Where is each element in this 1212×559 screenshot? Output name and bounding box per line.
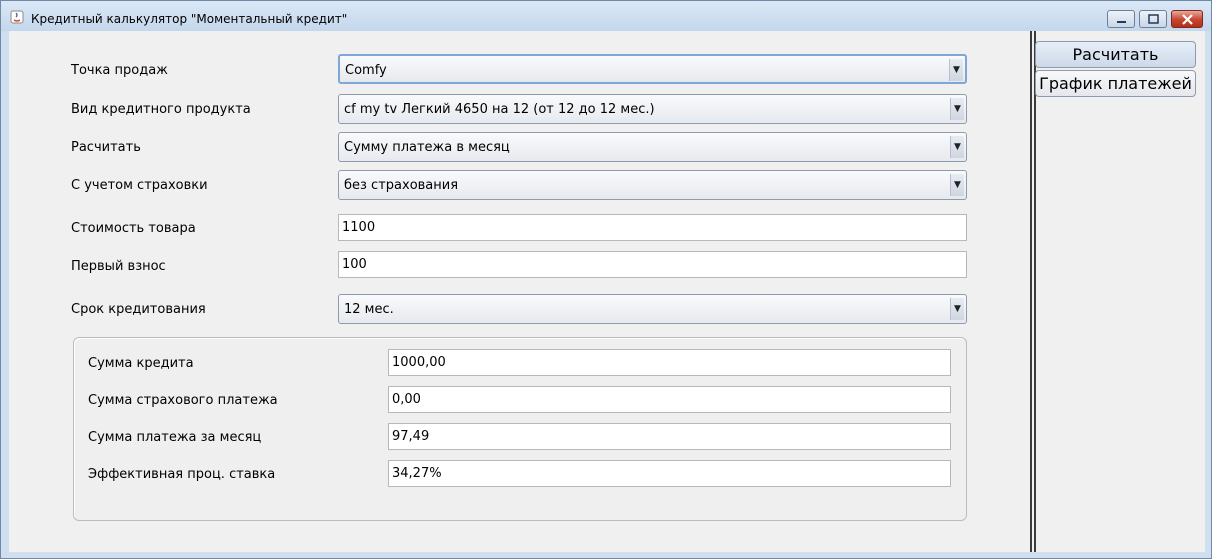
monthly-payment-label: Сумма платежа за месяц xyxy=(88,430,262,445)
client-area: Точка продаж Comfy ▼ Вид кредитного прод… xyxy=(9,31,1205,552)
chevron-down-icon[interactable]: ▼ xyxy=(950,298,964,320)
credit-product-value: cf my tv Легкий 4650 на 12 (от 12 до 12 … xyxy=(344,102,655,117)
chevron-down-icon[interactable]: ▼ xyxy=(949,59,963,81)
chevron-down-icon[interactable]: ▼ xyxy=(950,136,964,158)
calculate-combo[interactable]: Сумму платежа в месяц ▼ xyxy=(338,132,967,162)
insurance-combo[interactable]: без страхования ▼ xyxy=(338,170,967,200)
monthly-payment-field[interactable]: 97,49 xyxy=(388,423,951,450)
down-payment-input[interactable]: 100 xyxy=(338,251,967,278)
app-window: Кредитный калькулятор "Моментальный кред… xyxy=(0,0,1212,559)
close-button[interactable] xyxy=(1171,10,1203,28)
panel-divider xyxy=(1030,31,1032,552)
effective-rate-label: Эффективная проц. ставка xyxy=(88,467,276,482)
term-value: 12 мес. xyxy=(344,302,394,317)
credit-product-combo[interactable]: cf my tv Легкий 4650 на 12 (от 12 до 12 … xyxy=(338,94,967,124)
insurance-payment-label: Сумма страхового платежа xyxy=(88,393,278,408)
chevron-down-icon[interactable]: ▼ xyxy=(950,174,964,196)
goods-price-input[interactable]: 1100 xyxy=(338,214,967,241)
maximize-button[interactable] xyxy=(1139,10,1167,28)
close-icon xyxy=(1182,14,1193,25)
calculate-label: Расчитать xyxy=(71,140,141,155)
down-payment-label: Первый взнос xyxy=(71,259,166,274)
java-app-icon xyxy=(10,10,24,24)
minimize-icon xyxy=(1117,21,1126,23)
panel-divider xyxy=(1034,31,1036,552)
results-panel: Сумма кредита 1000,00 Сумма страхового п… xyxy=(73,337,967,521)
loan-amount-field[interactable]: 1000,00 xyxy=(388,349,951,376)
restore-icon xyxy=(1148,14,1159,24)
chevron-down-icon[interactable]: ▼ xyxy=(950,98,964,120)
tab-payment-schedule[interactable]: График платежей xyxy=(1035,70,1196,97)
insurance-payment-field[interactable]: 0,00 xyxy=(388,386,951,413)
point-of-sale-combo[interactable]: Comfy ▼ xyxy=(338,54,967,84)
goods-price-label: Стоимость товара xyxy=(71,221,196,236)
term-combo[interactable]: 12 мес. ▼ xyxy=(338,294,967,324)
minimize-button[interactable] xyxy=(1107,10,1135,28)
window-title: Кредитный калькулятор "Моментальный кред… xyxy=(31,12,348,26)
tab-calculate[interactable]: Расчитать xyxy=(1035,41,1196,68)
point-of-sale-value: Comfy xyxy=(345,63,387,78)
loan-amount-label: Сумма кредита xyxy=(88,356,194,371)
insurance-label: С учетом страховки xyxy=(71,178,208,193)
point-of-sale-label: Точка продаж xyxy=(71,63,168,78)
credit-product-label: Вид кредитного продукта xyxy=(71,102,251,117)
term-label: Срок кредитования xyxy=(71,302,206,317)
insurance-value: без страхования xyxy=(344,178,459,193)
effective-rate-field[interactable]: 34,27% xyxy=(388,460,951,487)
title-bar[interactable]: Кредитный калькулятор "Моментальный кред… xyxy=(1,1,1211,31)
calculate-value: Сумму платежа в месяц xyxy=(344,140,510,155)
